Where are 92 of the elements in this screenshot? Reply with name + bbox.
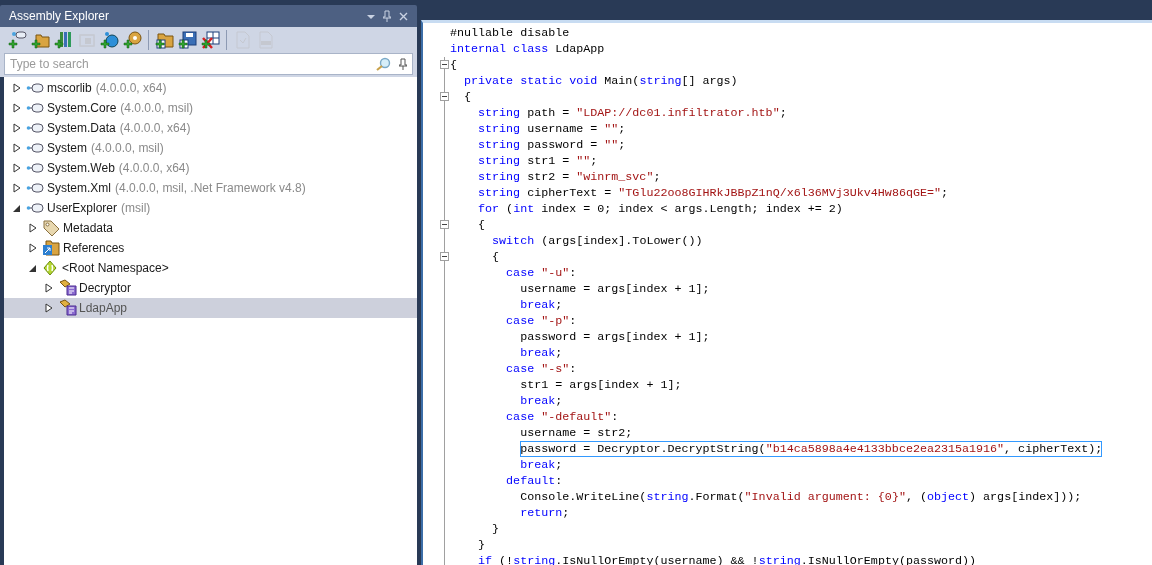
tree-item[interactable]: System.Data (4.0.0.0, x64)	[4, 118, 417, 138]
tree-item[interactable]: References	[4, 238, 417, 258]
code-line: string cipherText = "TGlu22oo8GIHRkJBBpZ1nQ/x6l36MVj3Ukv4Hw86qGE=";	[477, 185, 948, 201]
code-line: {	[491, 249, 500, 265]
code-line: #nullable disable	[450, 25, 570, 41]
assembly-icon	[26, 183, 44, 193]
collapse-toggle[interactable]	[440, 60, 449, 69]
code-line: for (int index = 0; index < args.Length; index += 2)	[477, 201, 843, 217]
tree-item-label: System.Web	[47, 160, 115, 177]
tree-item-label: <Root Namespace>	[62, 260, 169, 277]
code-line: password = args[index + 1];	[519, 329, 710, 345]
code-line: default:	[505, 473, 563, 489]
tree-item-label: Decryptor	[79, 280, 131, 297]
panel-title: Assembly Explorer	[9, 8, 111, 25]
code-line: case "-s":	[505, 361, 577, 377]
tree-item-label: Metadata	[63, 220, 114, 237]
collapse-toggle[interactable]	[440, 220, 449, 229]
tree-item-label: LdapApp	[79, 300, 128, 317]
add-globe-toolbar-icon[interactable]	[98, 29, 121, 51]
code-line: case "-u":	[505, 265, 577, 281]
pin-icon[interactable]	[399, 58, 407, 70]
assembly-version: (msil)	[121, 200, 151, 217]
class-icon	[58, 299, 78, 317]
code-line: string password = "";	[477, 137, 626, 153]
assembly-icon	[26, 123, 44, 133]
code-line: switch (args[index].ToLower())	[491, 233, 703, 249]
tree-item[interactable]: Metadata	[4, 218, 417, 238]
code-line: private static void Main(string[] args)	[463, 73, 738, 89]
search-box[interactable]: Type to search	[4, 53, 413, 75]
code-line: {	[463, 89, 472, 105]
code-line: string path = "LDAP://dc01.infiltrator.htb";	[477, 105, 787, 121]
code-line: }	[491, 521, 500, 537]
tree-item[interactable]: LdapApp	[4, 298, 417, 318]
tree-item[interactable]: System.Web (4.0.0.0, x64)	[4, 158, 417, 178]
tree-item-label: References	[63, 240, 125, 257]
tree-item-label: System.Data	[47, 120, 116, 137]
braces-icon	[42, 260, 58, 276]
assembly-version: (4.0.0.0, msil, .Net Framework v4.8)	[115, 180, 306, 197]
tree-item-label: System.Core	[47, 100, 117, 117]
code-line: case "-p":	[505, 313, 577, 329]
code-line: return;	[519, 505, 570, 521]
tree-item[interactable]: mscorlib (4.0.0.0, x64)	[4, 78, 417, 98]
code-line: username = str2;	[519, 425, 633, 441]
save-grid-toolbar-icon[interactable]	[176, 29, 199, 51]
tree-item[interactable]: System (4.0.0.0, msil)	[4, 138, 417, 158]
assembly-icon	[26, 163, 44, 173]
assembly-icon	[26, 103, 44, 113]
code-line: password = Decryptor.DecryptString("b14ca5898a4e4133bbce2ea2315a1916", cipherText);	[519, 441, 1103, 457]
add-node-toolbar-icon[interactable]	[6, 29, 29, 51]
code-line: string str1 = "";	[477, 153, 598, 169]
assembly-icon	[26, 83, 44, 93]
assembly-icon	[26, 203, 44, 213]
code-line: {	[450, 57, 457, 73]
collapse-arrow-icon[interactable]	[28, 263, 38, 273]
assembly-version: (4.0.0.0, msil)	[91, 140, 164, 157]
tree-item[interactable]: Decryptor	[4, 278, 417, 298]
tree-item-label: System	[47, 140, 87, 157]
code-line: break;	[519, 393, 563, 409]
tree-item[interactable]: System.Xml (4.0.0.0, msil, .Net Framework v4.8)	[4, 178, 417, 198]
code-line: {	[477, 217, 486, 233]
add-gear-toolbar-icon[interactable]	[121, 29, 144, 51]
code-line: break;	[519, 345, 563, 361]
collapse-arrow-icon[interactable]	[12, 203, 22, 213]
assembly-icon	[26, 143, 44, 153]
code-line: case "-default":	[505, 409, 619, 425]
folder-shortcut-icon	[42, 240, 60, 256]
assembly-version: (4.0.0.0, msil)	[120, 100, 194, 117]
tree-item-label: mscorlib	[47, 80, 92, 97]
tree-item-label: UserExplorer	[47, 200, 118, 217]
assembly-version: (4.0.0.0, x64)	[95, 80, 167, 97]
delete-grid-toolbar-icon[interactable]	[199, 29, 222, 51]
code-line: internal class LdapApp	[450, 41, 605, 57]
dropdown-icon[interactable]	[367, 12, 375, 20]
class-icon	[58, 279, 78, 297]
code-line: }	[477, 537, 486, 553]
code-line: break;	[519, 297, 563, 313]
tree-item[interactable]: <Root Namespace>	[4, 258, 417, 278]
tree-item-label: System.Xml	[47, 180, 111, 197]
tree-item[interactable]: System.Core (4.0.0.0, msil)	[4, 98, 417, 118]
code-line: Console.WriteLine(string.Format("Invalid argument: {0}", (object) args[index]));	[519, 489, 1082, 505]
assembly-version: (4.0.0.0, x64)	[118, 160, 190, 177]
code-line: string str2 = "winrm_svc";	[477, 169, 661, 185]
assembly-version: (4.0.0.0, x64)	[119, 120, 191, 137]
tree-item[interactable]: UserExplorer (msil)	[4, 198, 417, 218]
collapse-toggle[interactable]	[440, 252, 449, 261]
tag-icon	[42, 219, 60, 237]
code-line: username = args[index + 1];	[519, 281, 710, 297]
code-line: str1 = args[index + 1];	[519, 377, 682, 393]
code-line: break;	[519, 457, 563, 473]
collapse-toggle[interactable]	[440, 92, 449, 101]
close-icon[interactable]	[399, 11, 408, 21]
code-line: string username = "";	[477, 121, 626, 137]
